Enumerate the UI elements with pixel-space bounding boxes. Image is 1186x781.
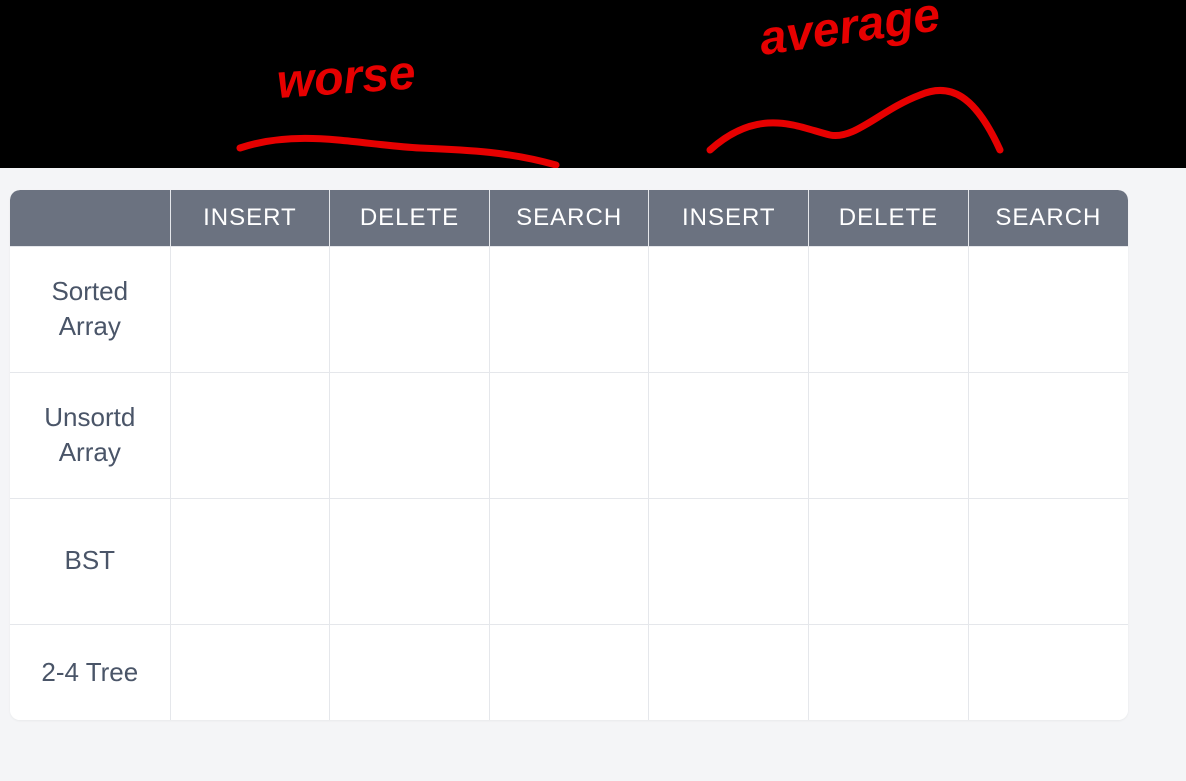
- table-header-row: INSERT DELETE SEARCH INSERT DELETE SEARC…: [10, 190, 1128, 246]
- handwriting-overlay: worse average: [0, 0, 1186, 168]
- header-search-avg: SEARCH: [968, 190, 1128, 246]
- cell: [968, 372, 1128, 498]
- header-insert-avg: INSERT: [649, 190, 809, 246]
- cell: [809, 372, 969, 498]
- row-label-sorted-array: Sorted Array: [10, 246, 170, 372]
- cell: [170, 498, 330, 624]
- annotation-worse-text: worse: [275, 46, 417, 109]
- cell: [330, 372, 490, 498]
- cell: [809, 624, 969, 720]
- annotation-average-text: average: [756, 0, 943, 66]
- row-label-line: Array: [59, 311, 121, 341]
- cell: [330, 246, 490, 372]
- table-row: Sorted Array: [10, 246, 1128, 372]
- header-delete-avg: DELETE: [809, 190, 969, 246]
- cell: [489, 372, 649, 498]
- cell: [170, 372, 330, 498]
- header-search-worse: SEARCH: [489, 190, 649, 246]
- cell: [649, 624, 809, 720]
- header-insert-worse: INSERT: [170, 190, 330, 246]
- cell: [489, 246, 649, 372]
- cell: [170, 624, 330, 720]
- row-label-line: BST: [64, 545, 115, 575]
- cell: [968, 498, 1128, 624]
- page-body: INSERT DELETE SEARCH INSERT DELETE SEARC…: [0, 168, 1186, 730]
- row-label-unsorted-array: Unsortd Array: [10, 372, 170, 498]
- complexity-table-card: INSERT DELETE SEARCH INSERT DELETE SEARC…: [10, 190, 1128, 720]
- row-label-bst: BST: [10, 498, 170, 624]
- row-label-2-4-tree: 2-4 Tree: [10, 624, 170, 720]
- header-blank: [10, 190, 170, 246]
- cell: [649, 372, 809, 498]
- cell: [330, 498, 490, 624]
- row-label-line: Array: [59, 437, 121, 467]
- cell: [649, 246, 809, 372]
- table-row: Unsortd Array: [10, 372, 1128, 498]
- header-delete-worse: DELETE: [330, 190, 490, 246]
- annotation-worse-underline: [240, 138, 556, 165]
- complexity-table: INSERT DELETE SEARCH INSERT DELETE SEARC…: [10, 190, 1128, 720]
- cell: [968, 624, 1128, 720]
- cell: [489, 498, 649, 624]
- cell: [809, 246, 969, 372]
- row-label-line: 2-4 Tree: [41, 657, 138, 687]
- cell: [170, 246, 330, 372]
- annotation-average-underline: [710, 90, 1000, 150]
- cell: [809, 498, 969, 624]
- cell: [968, 246, 1128, 372]
- cell: [330, 624, 490, 720]
- row-label-line: Sorted: [51, 276, 128, 306]
- cell: [489, 624, 649, 720]
- row-label-line: Unsortd: [44, 402, 135, 432]
- cell: [649, 498, 809, 624]
- table-row: 2-4 Tree: [10, 624, 1128, 720]
- top-annotation-bar: worse average: [0, 0, 1186, 168]
- table-row: BST: [10, 498, 1128, 624]
